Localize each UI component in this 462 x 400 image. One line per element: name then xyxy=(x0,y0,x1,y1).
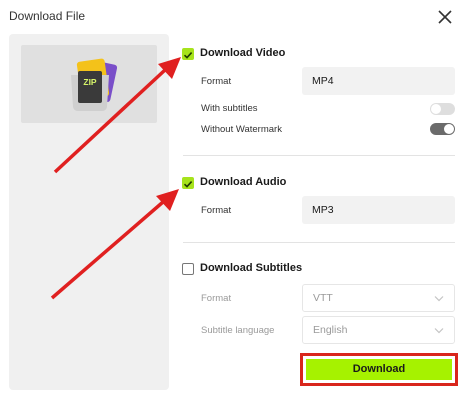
with-subtitles-label: With subtitles xyxy=(201,103,258,114)
with-subtitles-toggle[interactable] xyxy=(430,103,455,115)
zip-file-icon: ZIP xyxy=(71,58,118,111)
chevron-down-icon xyxy=(434,328,444,334)
download-audio-checkbox[interactable] xyxy=(182,177,194,189)
download-subtitles-checkbox[interactable] xyxy=(182,263,194,275)
dialog-title: Download File xyxy=(9,9,86,23)
subtitle-format-label: Format xyxy=(201,293,232,304)
subtitle-language-select[interactable]: English xyxy=(302,316,455,344)
download-button[interactable]: Download xyxy=(306,359,452,380)
audio-format-select[interactable]: MP3 xyxy=(302,196,455,224)
section-divider xyxy=(183,155,455,156)
file-thumbnail: ZIP xyxy=(21,45,157,123)
subtitle-format-select[interactable]: VTT xyxy=(302,284,455,312)
checkmark-icon xyxy=(183,181,193,188)
close-icon[interactable] xyxy=(436,8,454,26)
download-subtitles-label: Download Subtitles xyxy=(200,262,303,274)
without-watermark-label: Without Watermark xyxy=(201,124,282,135)
preview-panel: ZIP xyxy=(9,34,169,390)
download-audio-label: Download Audio xyxy=(200,176,287,188)
zip-badge: ZIP xyxy=(83,77,97,87)
subtitle-format-value: VTT xyxy=(313,292,333,304)
subtitle-language-value: English xyxy=(313,324,348,336)
download-video-checkbox[interactable] xyxy=(182,48,194,60)
download-video-label: Download Video xyxy=(200,47,286,59)
without-watermark-toggle[interactable] xyxy=(430,123,455,135)
video-format-label: Format xyxy=(201,76,232,87)
video-format-select[interactable]: MP4 xyxy=(302,67,455,95)
audio-format-value: MP3 xyxy=(312,204,334,216)
section-divider xyxy=(183,242,455,243)
chevron-down-icon xyxy=(434,296,444,302)
checkmark-icon xyxy=(183,52,193,59)
subtitle-language-label: Subtitle language xyxy=(201,325,275,336)
video-format-value: MP4 xyxy=(312,75,334,87)
download-button-highlight: Download xyxy=(300,353,458,386)
audio-format-label: Format xyxy=(201,205,232,216)
